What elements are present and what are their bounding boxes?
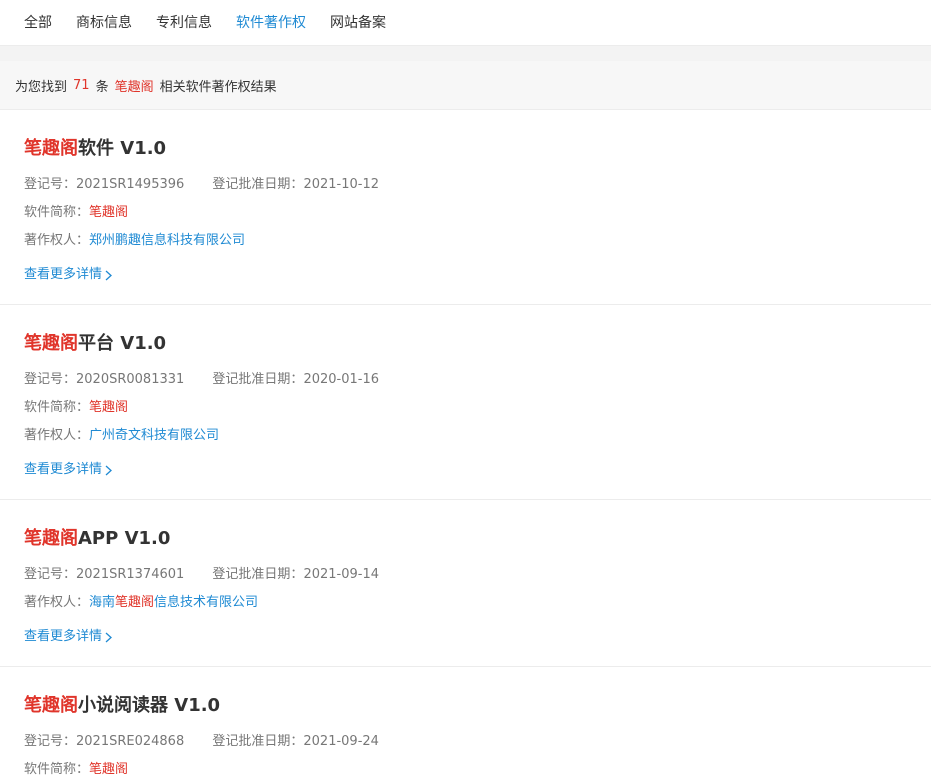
approve-date-label: 登记批准日期： [212,567,304,582]
short-name-label: 软件简称： [24,205,90,220]
tab-software-copyright[interactable]: 软件著作权 [236,13,306,33]
owner-text: 广州奇文科技有限公司 [89,428,220,443]
result-count: 71 [73,77,90,93]
short-name-row: 软件简称：笔趣阁 [24,398,931,418]
reg-no-value: 2020SR0081331 [76,372,185,387]
approve-date-label: 登记批准日期： [212,734,304,749]
title-keyword: 笔趣阁 [24,528,78,549]
title-rest: APP V1.0 [78,528,171,549]
reg-no-value: 2021SR1374601 [76,567,185,582]
owner-row: 著作权人：郑州鹏趣信息科技有限公司 [24,231,931,251]
tab-all[interactable]: 全部 [24,13,52,33]
approve-date-label: 登记批准日期： [212,177,304,192]
category-tabs: 全部 商标信息 专利信息 软件著作权 网站备案 [0,0,931,46]
approve-date-value: 2021-10-12 [303,177,379,192]
result-item: 笔趣阁小说阅读器 V1.0 登记号：2021SRE024868 登记批准日期：2… [0,667,931,780]
reg-no-label: 登记号： [24,372,77,387]
chevron-right-icon [105,632,112,642]
title-rest: 平台 V1.0 [78,333,167,354]
approve-date-label: 登记批准日期： [212,372,304,387]
result-item: 笔趣阁APP V1.0 登记号：2021SR1374601 登记批准日期：202… [0,500,931,667]
results-summary: 为您找到 71 条 笔趣阁 相关软件著作权结果 [0,61,931,110]
owner-text-post: 信息技术有限公司 [154,595,259,610]
result-title[interactable]: 笔趣阁APP V1.0 [24,526,931,552]
reg-no-value: 2021SR1495396 [76,177,185,192]
chevron-right-icon [105,465,112,475]
summary-unit: 条 [95,79,109,95]
title-keyword: 笔趣阁 [24,695,78,716]
reg-no-label: 登记号： [24,734,77,749]
owner-link[interactable]: 海南笔趣阁信息技术有限公司 [89,595,258,610]
owner-text-pre: 海南 [89,595,116,610]
owner-text: 郑州鹏趣信息科技有限公司 [89,233,246,248]
title-keyword: 笔趣阁 [24,138,78,159]
more-details-link[interactable]: 查看更多详情 [24,627,112,647]
summary-prefix: 为您找到 [15,79,68,95]
short-name-row: 软件简称：笔趣阁 [24,203,931,223]
result-title[interactable]: 笔趣阁小说阅读器 V1.0 [24,693,931,719]
result-title[interactable]: 笔趣阁平台 V1.0 [24,331,931,357]
more-details-link[interactable]: 查看更多详情 [24,265,112,285]
short-name-value: 笔趣阁 [89,762,129,777]
reg-no-label: 登记号： [24,567,77,582]
chevron-right-icon [105,270,112,280]
owner-label: 著作权人： [24,428,90,443]
result-item: 笔趣阁软件 V1.0 登记号：2021SR1495396 登记批准日期：2021… [0,110,931,305]
short-name-label: 软件简称： [24,400,90,415]
more-details-label: 查看更多详情 [24,462,103,477]
section-gap [0,46,931,61]
tab-website-filing[interactable]: 网站备案 [330,13,386,33]
approve-date-value: 2021-09-14 [303,567,379,582]
approve-date-value: 2021-09-24 [303,734,379,749]
tab-patent[interactable]: 专利信息 [156,13,212,33]
summary-suffix: 相关软件著作权结果 [159,79,277,95]
reg-row: 登记号：2021SRE024868 登记批准日期：2021-09-24 [24,732,931,752]
short-name-value: 笔趣阁 [89,400,129,415]
title-rest: 软件 V1.0 [78,138,167,159]
owner-row: 著作权人：广州奇文科技有限公司 [24,426,931,446]
reg-no-value: 2021SRE024868 [76,734,185,749]
short-name-value: 笔趣阁 [89,205,129,220]
more-details-label: 查看更多详情 [24,629,103,644]
owner-row: 著作权人：海南笔趣阁信息技术有限公司 [24,593,931,613]
reg-row: 登记号：2021SR1374601 登记批准日期：2021-09-14 [24,565,931,585]
owner-label: 著作权人： [24,233,90,248]
owner-link[interactable]: 郑州鹏趣信息科技有限公司 [89,233,245,248]
owner-text-keyword: 笔趣阁 [115,595,155,610]
reg-no-label: 登记号： [24,177,77,192]
short-name-row: 软件简称：笔趣阁 [24,760,931,780]
more-details-link[interactable]: 查看更多详情 [24,460,112,480]
summary-keyword: 笔趣阁 [114,79,154,95]
result-title[interactable]: 笔趣阁软件 V1.0 [24,136,931,162]
owner-link[interactable]: 广州奇文科技有限公司 [89,428,219,443]
title-keyword: 笔趣阁 [24,333,78,354]
title-rest: 小说阅读器 V1.0 [78,695,221,716]
short-name-label: 软件简称： [24,762,90,777]
reg-row: 登记号：2021SR1495396 登记批准日期：2021-10-12 [24,175,931,195]
reg-row: 登记号：2020SR0081331 登记批准日期：2020-01-16 [24,370,931,390]
result-item: 笔趣阁平台 V1.0 登记号：2020SR0081331 登记批准日期：2020… [0,305,931,500]
more-details-label: 查看更多详情 [24,267,103,282]
owner-label: 著作权人： [24,595,90,610]
tab-trademark[interactable]: 商标信息 [76,13,132,33]
approve-date-value: 2020-01-16 [303,372,379,387]
